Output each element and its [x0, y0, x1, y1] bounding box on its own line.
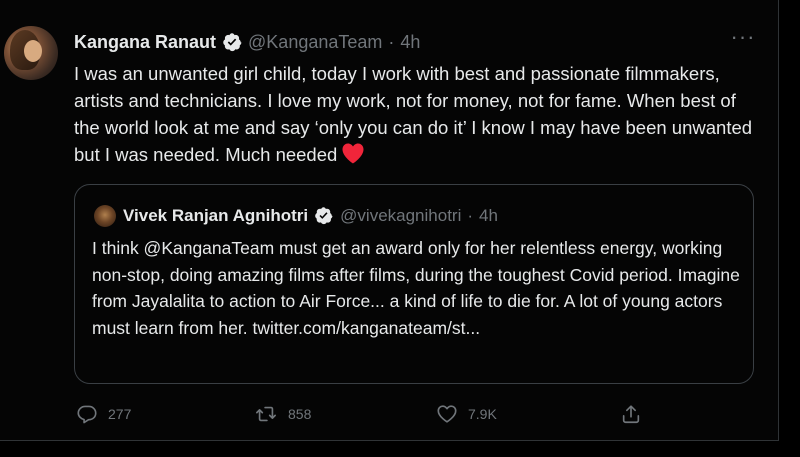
author-handle[interactable]: @KanganaTeam — [248, 32, 382, 53]
share-icon — [622, 405, 640, 424]
tweet-body: I was an unwanted girl child, today I wo… — [74, 63, 753, 165]
tweet-text: I was an unwanted girl child, today I wo… — [74, 60, 764, 171]
quoted-tweet-text: I think @KanganaTeam must get an award o… — [92, 238, 740, 338]
quoted-tweet-header: Vivek Ranjan Agnihotri @vivekagnihotri ·… — [123, 203, 498, 229]
reply-button[interactable]: 277 — [76, 400, 131, 428]
author-avatar[interactable] — [4, 26, 58, 80]
header-separator: · — [388, 31, 395, 52]
tweet-timestamp[interactable]: 4h — [400, 32, 420, 53]
more-options-icon[interactable]: ··· — [728, 26, 758, 50]
quoted-author-name: Vivek Ranjan Agnihotri — [123, 206, 309, 225]
avatar-face — [24, 40, 42, 62]
verified-badge-icon — [314, 206, 334, 226]
verified-badge-icon — [222, 32, 242, 52]
heart-outline-icon — [437, 405, 457, 423]
reply-icon — [77, 405, 97, 424]
quoted-tweet-timestamp: 4h — [479, 206, 498, 225]
quoted-header-separator: · — [467, 206, 474, 225]
tweet-card[interactable]: Kangana Ranaut @KanganaTeam · 4h ··· I w… — [0, 0, 779, 441]
retweet-icon — [256, 406, 276, 422]
reply-count: 277 — [108, 406, 132, 422]
share-button[interactable] — [620, 400, 642, 428]
retweet-count: 858 — [288, 406, 312, 422]
tweet-header: Kangana Ranaut @KanganaTeam · 4h — [74, 30, 420, 54]
author-name[interactable]: Kangana Ranaut — [74, 32, 216, 53]
quoted-author-handle: @vivekagnihotri — [340, 206, 462, 225]
retweet-button[interactable]: 858 — [254, 400, 311, 428]
tweet-actions: 277 858 7.9K — [76, 400, 646, 428]
like-count: 7.9K — [468, 406, 497, 422]
quoted-author-avatar — [94, 205, 116, 227]
red-heart-icon — [341, 142, 365, 171]
quoted-tweet[interactable]: Vivek Ranjan Agnihotri @vivekagnihotri ·… — [74, 184, 754, 384]
like-button[interactable]: 7.9K — [436, 400, 497, 428]
